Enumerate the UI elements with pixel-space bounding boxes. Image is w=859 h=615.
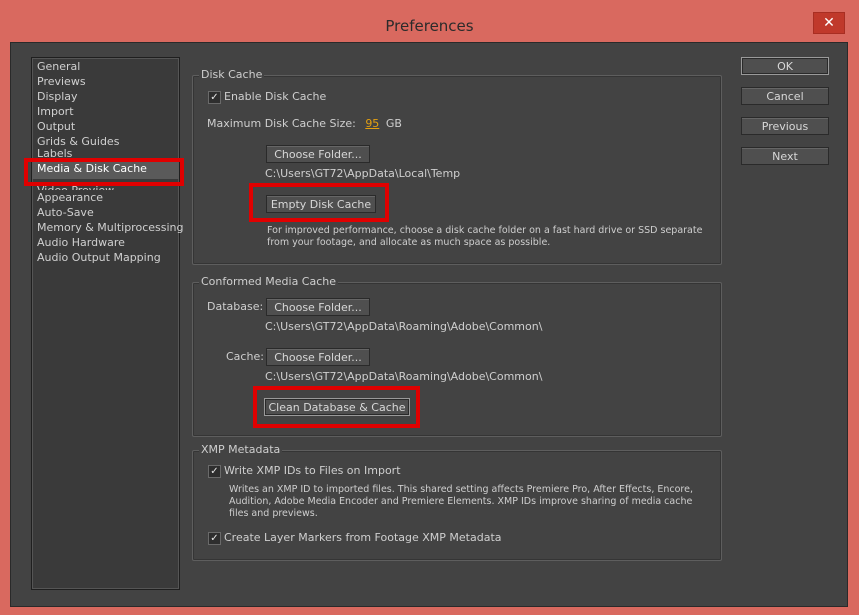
sidebar-item-labels[interactable]: Labels [32,149,179,158]
create-layer-markers-label: Create Layer Markers from Footage XMP Me… [224,531,502,544]
preferences-dialog: Preferences ✕ General Previews Display I… [0,0,859,615]
sidebar-item-appearance[interactable]: Appearance [32,190,179,205]
checkmark-icon: ✓ [210,92,219,103]
cache-path: C:\Users\GT72\AppData\Roaming\Adobe\Comm… [265,370,543,383]
sidebar-item-audio-output-mapping[interactable]: Audio Output Mapping [32,250,179,265]
database-label: Database: [207,300,264,313]
disk-cache-path: C:\Users\GT72\AppData\Local\Temp [265,167,461,180]
sidebar-item-audio-hardware[interactable]: Audio Hardware [32,235,179,250]
cancel-button[interactable]: Cancel [741,87,829,105]
write-xmp-ids-checkbox[interactable]: ✓ [208,465,221,478]
enable-disk-cache-label: Enable Disk Cache [224,90,327,103]
dialog-client-area: General Previews Display Import Output G… [10,42,848,607]
cache-label: Cache: [226,350,264,363]
database-path: C:\Users\GT72\AppData\Roaming\Adobe\Comm… [265,320,543,333]
disk-cache-choose-folder-button[interactable]: Choose Folder... [266,145,370,163]
max-size-unit: GB [385,117,402,130]
database-choose-folder-button[interactable]: Choose Folder... [266,298,370,316]
category-list[interactable]: General Previews Display Import Output G… [31,57,183,590]
create-layer-markers-checkbox[interactable]: ✓ [208,532,221,545]
sidebar-item-auto-save[interactable]: Auto-Save [32,205,179,220]
sidebar-item-video-preview[interactable]: Video Preview [32,179,179,190]
checkmark-icon: ✓ [210,533,219,544]
close-icon: ✕ [823,15,835,31]
sidebar-item-memory-multiprocessing[interactable]: Memory & Multiprocessing [32,220,183,235]
empty-disk-cache-button[interactable]: Empty Disk Cache [266,195,376,213]
conformed-cache-title: Conformed Media Cache [199,275,339,288]
write-xmp-ids-note: Writes an XMP ID to imported files. This… [229,484,693,519]
sidebar-item-media-disk-cache[interactable]: Media & Disk Cache [32,158,179,179]
ok-button[interactable]: OK [741,57,829,75]
close-button[interactable]: ✕ [813,12,845,34]
disk-cache-title: Disk Cache [199,68,265,81]
dialog-title: Preferences [385,17,474,35]
cache-choose-folder-button[interactable]: Choose Folder... [266,348,370,366]
disk-cache-note: For improved performance, choose a disk … [267,225,703,248]
max-size-text: Maximum Disk Cache Size: [207,117,356,130]
sidebar-item-output[interactable]: Output [32,119,179,134]
sidebar-item-previews[interactable]: Previews [32,74,179,89]
previous-button[interactable]: Previous [741,117,829,135]
enable-disk-cache-checkbox[interactable]: ✓ [208,91,221,104]
checkmark-icon: ✓ [210,466,219,477]
max-size-label: Maximum Disk Cache Size: 95 GB [207,117,402,130]
write-xmp-ids-label: Write XMP IDs to Files on Import [224,464,401,477]
next-button[interactable]: Next [741,147,829,165]
sidebar-item-import[interactable]: Import [32,104,179,119]
sidebar-item-grids-guides[interactable]: Grids & Guides [32,134,179,149]
sidebar-item-display[interactable]: Display [32,89,179,104]
max-size-value[interactable]: 95 [365,117,379,130]
sidebar-item-general[interactable]: General [32,59,179,74]
xmp-metadata-title: XMP Metadata [199,443,283,456]
clean-database-cache-button[interactable]: Clean Database & Cache [264,398,410,416]
